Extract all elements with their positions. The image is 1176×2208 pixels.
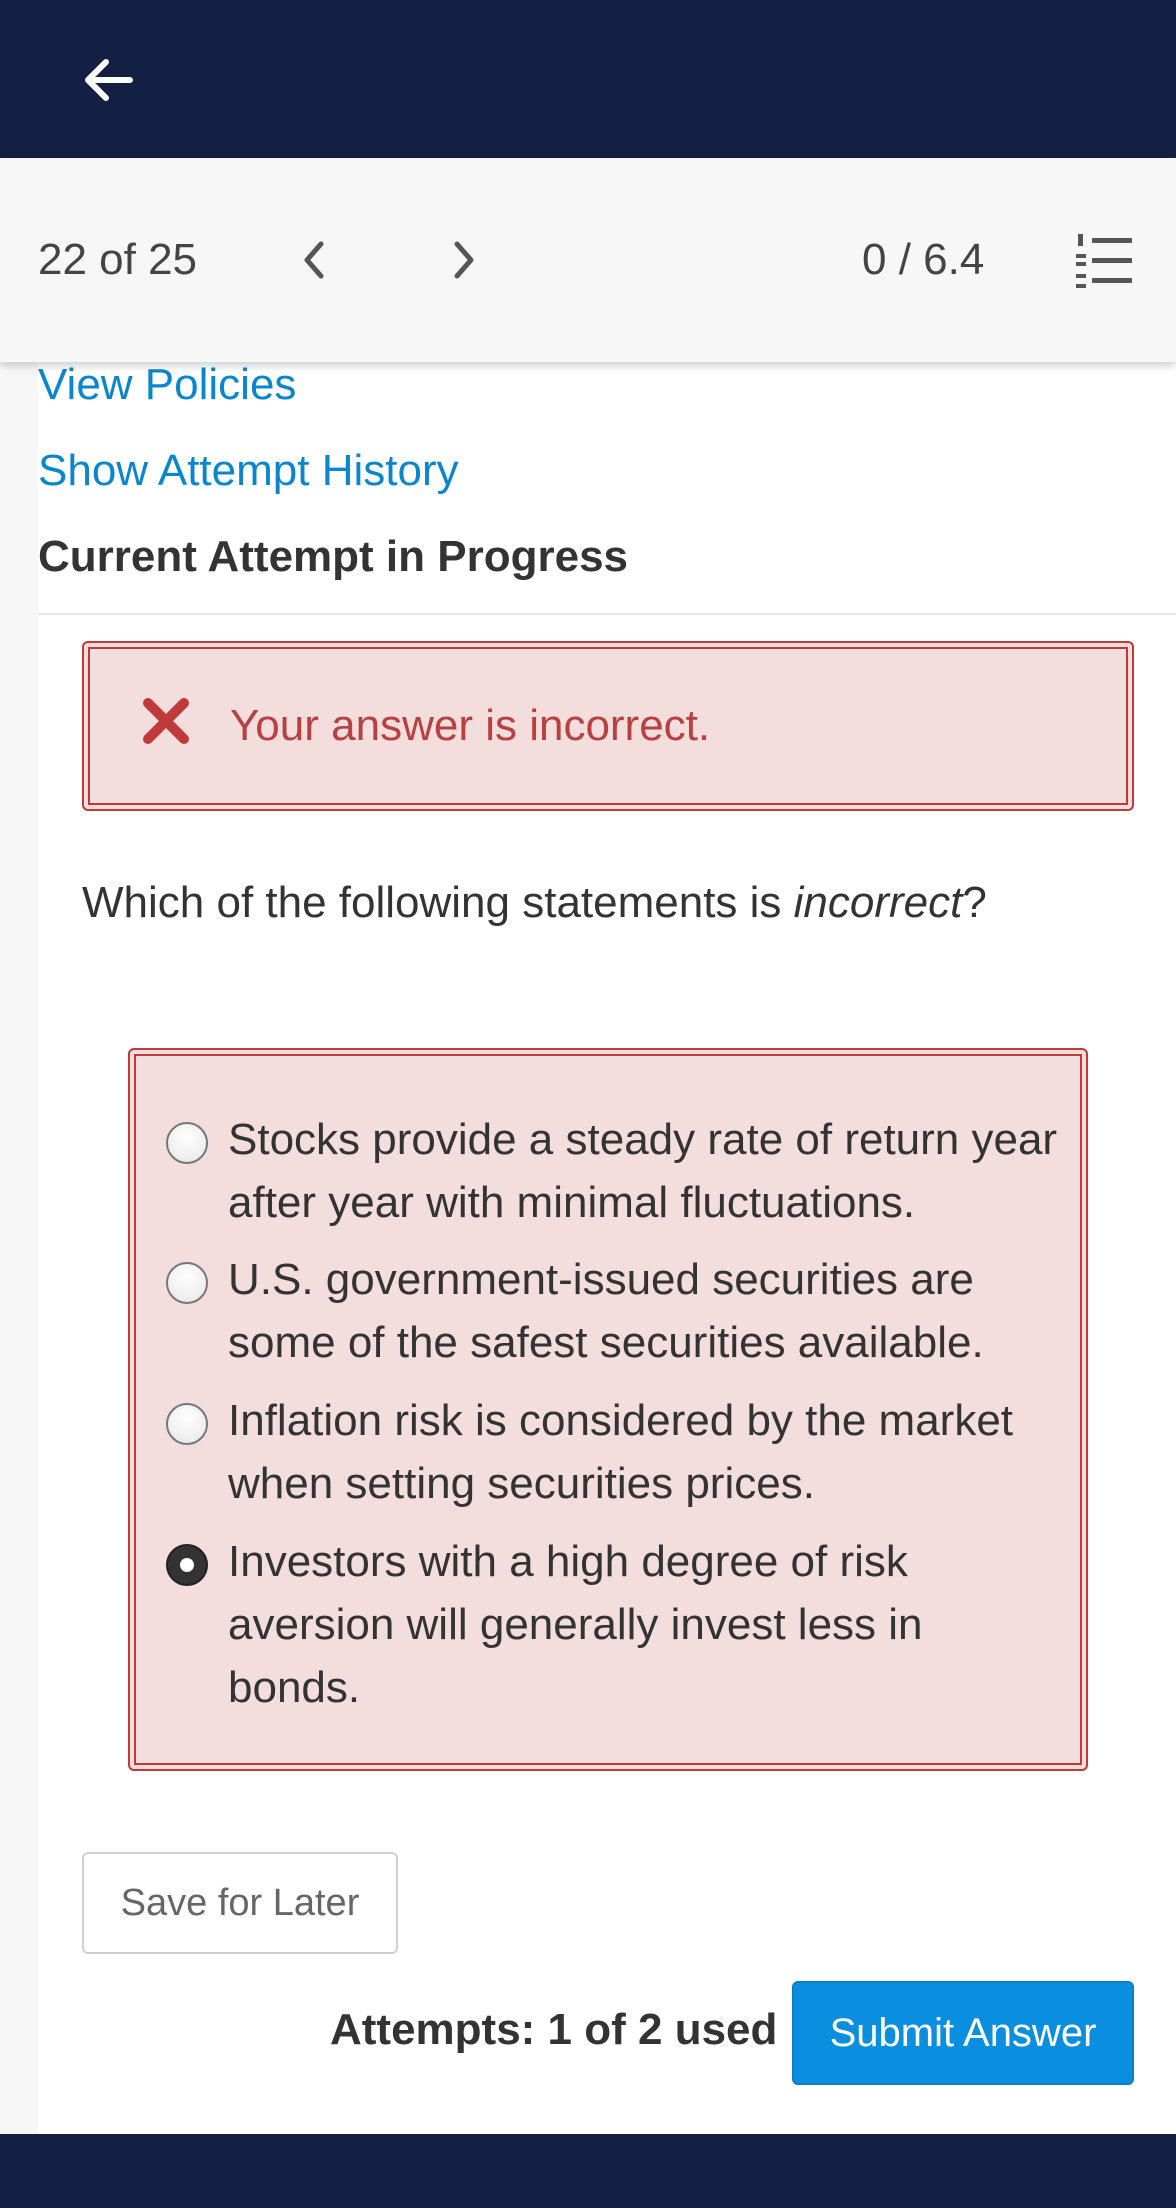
- attempt-heading: Current Attempt in Progress: [38, 532, 629, 581]
- option-label: Inflation risk is considered by the mark…: [228, 1396, 1014, 1508]
- question-emphasis: incorrect: [793, 878, 963, 927]
- radio-button[interactable]: [166, 1122, 208, 1164]
- question-suffix: ?: [962, 878, 987, 927]
- view-policies-link[interactable]: View Policies: [38, 360, 296, 410]
- left-gutter: [0, 362, 38, 2134]
- question-text: Which of the following statements is inc…: [82, 878, 987, 928]
- arrow-left-icon: [85, 59, 133, 101]
- option-label: Investors with a high degree of risk ave…: [228, 1537, 923, 1712]
- radio-button[interactable]: [166, 1403, 208, 1445]
- next-question-button[interactable]: [436, 232, 492, 288]
- submit-answer-button[interactable]: Submit Answer: [792, 1981, 1134, 2085]
- back-button[interactable]: [72, 44, 144, 116]
- show-attempt-history-link[interactable]: Show Attempt History: [38, 446, 459, 496]
- radio-button-selected[interactable]: [166, 1544, 208, 1586]
- score-display: 0 / 6.4: [862, 235, 985, 284]
- question-counter: 22 of 25: [38, 235, 198, 284]
- chevron-right-icon: [454, 241, 474, 279]
- divider: [38, 613, 1176, 615]
- answer-options: Stocks provide a steady rate of return y…: [128, 1048, 1088, 1771]
- question-prefix: Which of the following statements is: [82, 878, 794, 927]
- incorrect-answer-alert: Your answer is incorrect.: [82, 641, 1134, 811]
- app-header: [0, 0, 1176, 158]
- close-x-icon: [143, 698, 189, 744]
- option-label: U.S. government-issued securities are so…: [228, 1255, 984, 1367]
- numbered-list-icon: [1076, 234, 1132, 288]
- bottom-bar: [0, 2134, 1176, 2208]
- option-label: Stocks provide a steady rate of return y…: [228, 1115, 1058, 1227]
- save-for-later-button[interactable]: Save for Later: [82, 1852, 398, 1954]
- previous-question-button[interactable]: [286, 232, 342, 288]
- feedback-message: Your answer is incorrect.: [230, 701, 711, 750]
- question-list-button[interactable]: [1072, 232, 1136, 290]
- attempts-counter: Attempts: 1 of 2 used: [330, 2005, 778, 2054]
- radio-button[interactable]: [166, 1262, 208, 1304]
- question-navigation-bar: 22 of 25 0 / 6.4: [0, 158, 1176, 362]
- chevron-left-icon: [304, 241, 324, 279]
